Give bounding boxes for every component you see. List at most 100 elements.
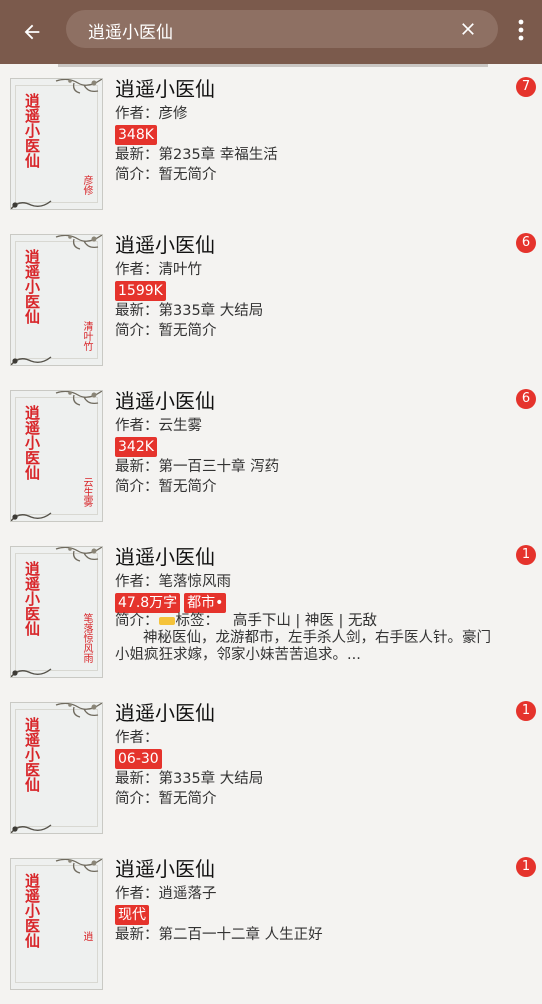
author-line: 作者： [115,728,505,748]
tag-row: 06-30 [115,749,505,769]
scroll-indicator [58,64,488,67]
book-info: 逍遥小医仙 作者：云生雾 342K 最新：第一百三十章 泻药 简介：暂无简介 [115,388,505,497]
latest-chapter: 第335章 大结局 [158,303,264,319]
source-count-badge: 6 [516,233,536,253]
cover-ornament-icon [55,79,102,94]
book-cover: 逍遥小医仙 逍 [10,858,103,990]
cover-title: 逍遥小医仙 [23,873,41,948]
source-count-badge: 1 [516,857,536,877]
latest-chapter: 第235章 幸福生活 [158,147,278,163]
author-label: 作者： [115,418,159,434]
clear-search-button[interactable] [458,19,478,39]
book-cover: 逍遥小医仙 笔落惊风雨 [10,546,103,678]
intro-tags: 高手下山 | 神医 | 无敌 [232,613,378,629]
word-count-tag: 348K [115,125,157,145]
cover-author: 云生雾 [81,477,92,507]
book-cover: 逍遥小医仙 清叶竹 [10,234,103,366]
latest-label: 最新： [115,771,159,787]
book-cover: 逍遥小医仙 云生雾 [10,390,103,522]
book-title: 逍遥小医仙 [115,233,215,257]
source-count-badge: 1 [516,545,536,565]
cover-title: 逍遥小医仙 [23,717,41,792]
cover-title: 逍遥小医仙 [23,561,41,636]
intro-line: 简介：暂无简介 [115,477,505,497]
author-label: 作者： [115,106,159,122]
author-name: 彦修 [158,106,188,122]
result-item[interactable]: 逍遥小医仙 清叶竹 逍遥小医仙 作者：清叶竹 1599K 最新：第335章 大结… [0,224,542,380]
latest-label: 最新： [115,303,159,319]
cover-ornament-icon [11,512,52,521]
intro-label: 简介： [115,791,159,807]
result-item[interactable]: 逍遥小医仙 云生雾 逍遥小医仙 作者：云生雾 342K 最新：第一百三十章 泻药… [0,380,542,536]
latest-line: 最新：第235章 幸福生活 [115,145,505,165]
author-name: 笔落惊风雨 [158,574,232,590]
result-item[interactable]: 逍遥小医仙 逍 逍遥小医仙 作者：逍遥落子 现代 最新：第二百一十二章 人生正好… [0,848,542,1004]
author-label: 作者： [115,730,159,746]
author-name: 云生雾 [158,418,203,434]
cover-title: 逍遥小医仙 [23,405,41,480]
book-info: 逍遥小医仙 作者：彦修 348K 最新：第235章 幸福生活 简介：暂无简介 [115,76,505,185]
tag-row: 1599K [115,281,505,301]
author-name: 逍遥落子 [158,886,217,902]
author-label: 作者： [115,262,159,278]
tag-row: 现代 [115,905,505,925]
result-item[interactable]: 逍遥小医仙 彦修 逍遥小医仙 作者：彦修 348K 最新：第235章 幸福生活 … [0,68,542,224]
word-count-tag: 342K [115,437,157,457]
author-line: 作者：云生雾 [115,416,505,436]
more-vert-icon [518,19,524,41]
intro-label: 简介： [115,613,159,629]
label-tag-icon [158,617,175,625]
intro-line: 简介：暂无简介 [115,165,505,185]
cover-ornament-icon [55,703,102,718]
word-count-tag: 1599K [115,281,166,301]
category-tag: 现代 [115,905,149,925]
latest-label: 最新： [115,147,159,163]
author-label: 作者： [115,574,159,590]
intro-line: 简介：暂无简介 [115,789,505,809]
word-count-tag: 47.8万字 [115,593,181,613]
intro-text: 暂无简介 [158,167,217,183]
source-count-badge: 1 [516,701,536,721]
latest-line: 最新：第335章 大结局 [115,301,505,321]
search-results-list: 逍遥小医仙 彦修 逍遥小医仙 作者：彦修 348K 最新：第235章 幸福生活 … [0,68,542,1004]
cover-ornament-icon [11,356,52,365]
result-item[interactable]: 逍遥小医仙 笔落惊风雨 逍遥小医仙 作者：笔落惊风雨 47.8万字 都市• 简介… [0,536,542,692]
book-title: 逍遥小医仙 [115,701,215,725]
source-count-badge: 6 [516,389,536,409]
cover-title: 逍遥小医仙 [23,249,41,324]
book-title: 逍遥小医仙 [115,857,215,881]
latest-chapter: 第335章 大结局 [158,771,264,787]
more-options-button[interactable] [512,14,530,46]
book-info: 逍遥小医仙 作者： 06-30 最新：第335章 大结局 简介：暂无简介 [115,700,505,809]
intro-text: 暂无简介 [158,323,217,339]
cover-ornament-icon [55,391,102,406]
tag-row: 348K [115,125,505,145]
search-input[interactable] [86,10,450,50]
cover-ornament-icon [11,200,52,209]
intro-text: 神秘医仙，龙游都市，左手杀人剑，右手医人针。豪门小姐疯狂求嫁，邻家小妹苦苦追求。… [115,630,491,663]
book-title: 逍遥小医仙 [115,77,215,101]
cover-title: 逍遥小医仙 [23,93,41,168]
intro-line: 简介：暂无简介 [115,321,505,341]
cover-author: 逍 [81,931,92,941]
book-info: 逍遥小医仙 作者：逍遥落子 现代 最新：第二百一十二章 人生正好 [115,856,505,945]
author-line: 作者：彦修 [115,104,505,124]
category-tag: 都市• [184,593,227,613]
book-info: 逍遥小医仙 作者：清叶竹 1599K 最新：第335章 大结局 简介：暂无简介 [115,232,505,341]
book-title: 逍遥小医仙 [115,389,215,413]
close-icon [462,23,474,35]
cover-author: 笔落惊风雨 [81,613,92,663]
date-tag: 06-30 [115,749,162,769]
author-line: 作者：笔落惊风雨 [115,572,505,592]
result-item[interactable]: 逍遥小医仙 逍遥小医仙 作者： 06-30 最新：第335章 大结局 简介：暂无… [0,692,542,848]
author-label: 作者： [115,886,159,902]
book-cover: 逍遥小医仙 [10,702,103,834]
intro-tags-label: 标签： [175,613,220,629]
back-button[interactable] [14,14,50,50]
tag-row: 342K [115,437,505,457]
author-line: 作者：清叶竹 [115,260,505,280]
author-name: 清叶竹 [158,262,203,278]
book-cover: 逍遥小医仙 彦修 [10,78,103,210]
cover-ornament-icon [55,547,102,562]
cover-ornament-icon [11,668,52,677]
